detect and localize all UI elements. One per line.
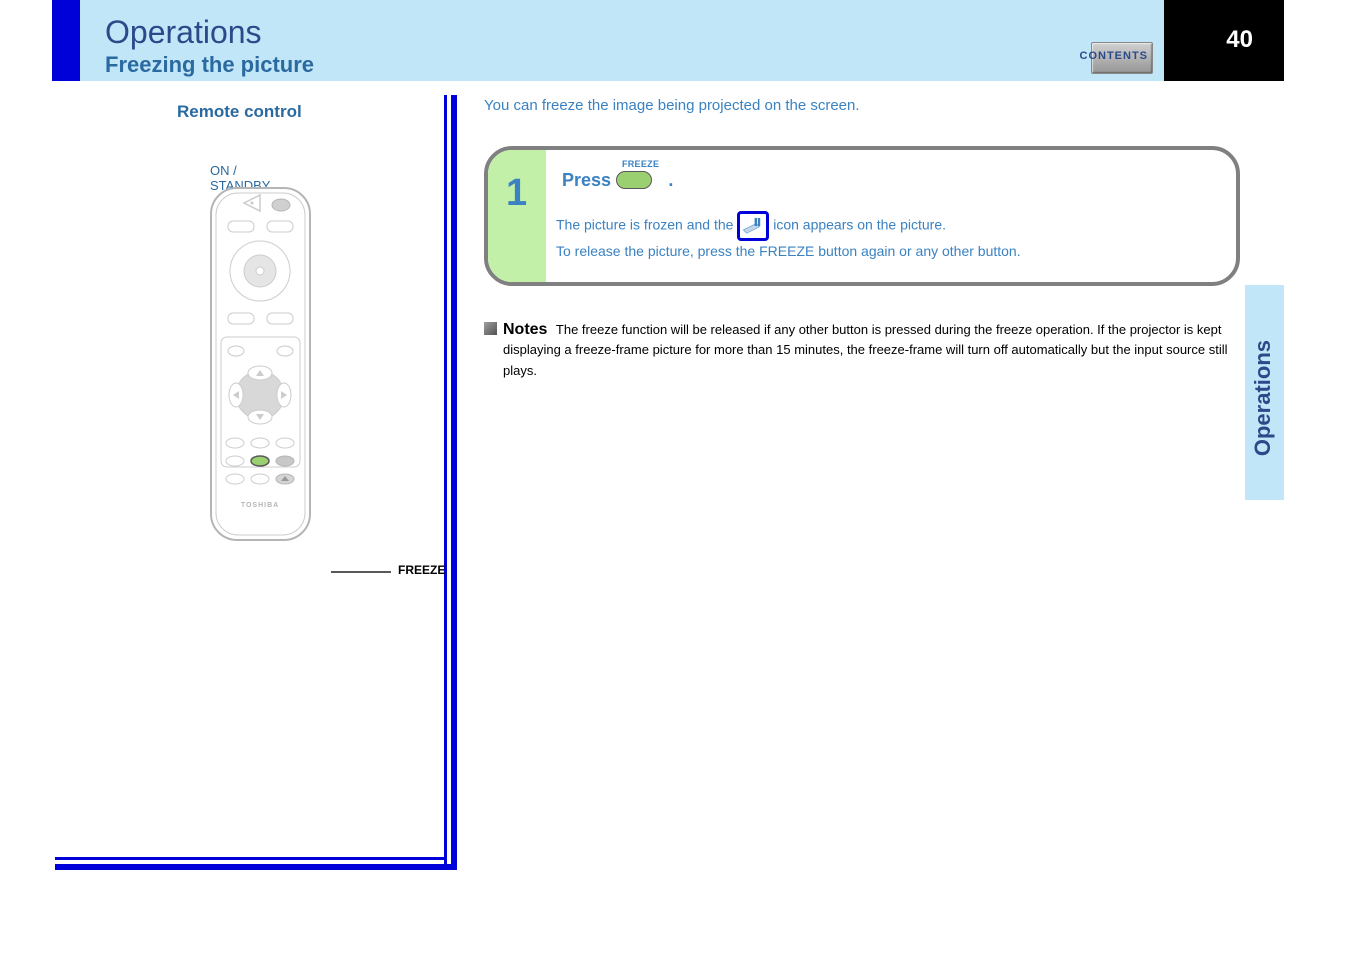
- notes-label: Notes: [503, 321, 547, 338]
- step-body-1a: The picture is frozen and the: [556, 216, 733, 232]
- remote-illustration: TOSHIBA: [208, 185, 313, 545]
- intro-text: You can freeze the image being projected…: [484, 95, 1240, 118]
- divider-blue-bottom2: [55, 857, 447, 860]
- page-number-block: [1164, 0, 1284, 81]
- contents-label: CONTENTS: [1080, 50, 1149, 62]
- notes-section: Notes The freeze function will be releas…: [484, 320, 1240, 382]
- page-title: Operations: [105, 14, 262, 51]
- side-tab-text: Operations: [1250, 340, 1276, 456]
- step-body-3: To release the picture, press the FREEZE…: [556, 243, 912, 259]
- page-subtitle: Freezing the picture: [105, 52, 314, 78]
- left-column: Remote control ON / STANDBY: [52, 95, 457, 870]
- callout-line: [331, 571, 391, 573]
- step-number: 1: [506, 172, 527, 215]
- freeze-callout-label: FREEZE: [398, 563, 445, 577]
- divider-blue-inner: [444, 95, 447, 870]
- divider-blue-right: [451, 95, 457, 870]
- step-body-2: picture.: [900, 216, 946, 232]
- blue-accent-block: [52, 0, 80, 81]
- remote-label: Remote control: [177, 102, 302, 122]
- divider-blue-bottom: [55, 864, 457, 870]
- notes-body: The freeze function will be released if …: [503, 322, 1228, 379]
- step-green-sidebar: [488, 150, 546, 282]
- right-column: You can freeze the image being projected…: [484, 95, 1240, 382]
- freeze-screen-icon: [737, 211, 769, 241]
- step-body: The picture is frozen and the icon appea…: [556, 211, 1206, 262]
- page-number: 40: [1226, 26, 1253, 54]
- step-body-4: any other button.: [916, 243, 1021, 259]
- step-title-suffix: .: [668, 170, 673, 191]
- svg-text:TOSHIBA: TOSHIBA: [241, 502, 279, 509]
- note-bullet-icon: [484, 322, 497, 335]
- freeze-button-icon: [616, 171, 652, 189]
- freeze-button-label: FREEZE: [622, 159, 658, 169]
- step-body-1b: icon appears on the: [773, 216, 896, 232]
- step-box: 1 Press FREEZE . The picture is frozen a…: [484, 146, 1240, 286]
- step-title-prefix: Press: [562, 170, 611, 191]
